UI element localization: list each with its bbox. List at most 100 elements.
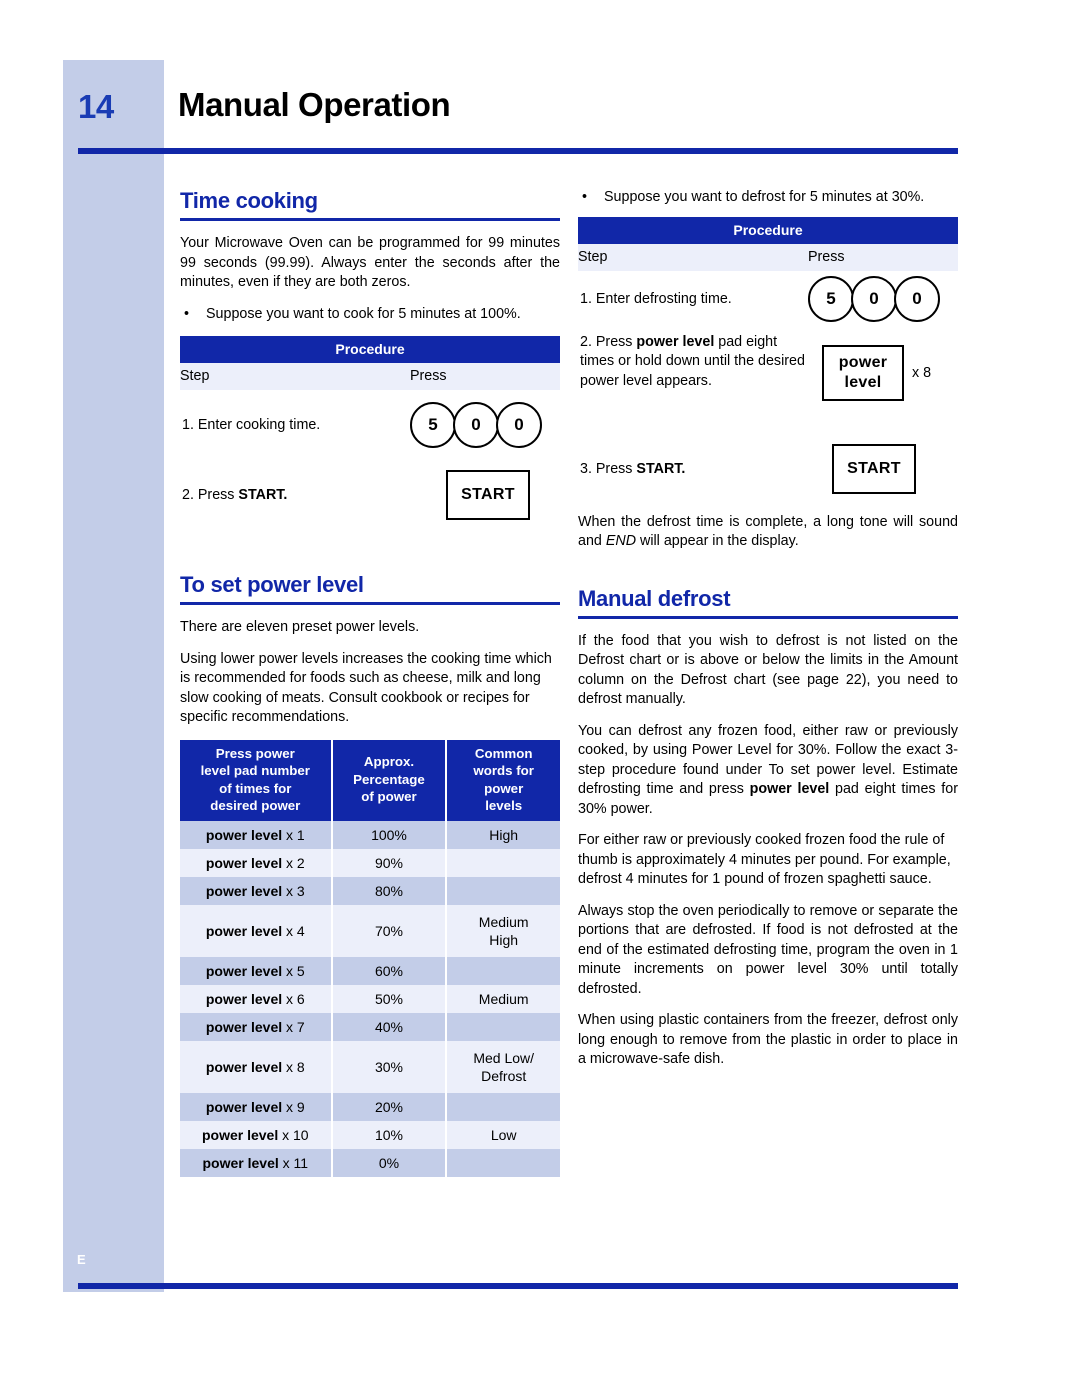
procedure-table-defrost: Procedure Step Press 1. Enter defrosting… [578, 216, 958, 501]
power-level-paragraph-1: There are eleven preset power levels. [180, 619, 420, 635]
power-level-pad-11: power level x 11 [180, 1148, 333, 1177]
procedure-col-press: Press [808, 243, 958, 271]
heading-manual-defrost: Manual defrost [578, 585, 731, 611]
power-level-percent-5: 60% [330, 956, 448, 985]
procedure-row-1: 1. Enter cooking time. 5 0 0 [180, 390, 560, 460]
defrost-closing-paragraph: When the defrost time is complete, a lon… [578, 513, 958, 550]
power-level-header-row: Press power level pad number of times fo… [180, 739, 560, 821]
power-level-word-3 [445, 876, 560, 905]
procedure-row-3: 3. Press START. START [578, 437, 958, 501]
manual-defrost-paragraph-4: Always stop the oven periodically to rem… [578, 902, 958, 997]
power-level-word-1: High [445, 820, 560, 849]
keypad-key-5[interactable]: 5 [808, 275, 854, 322]
procedure-title-row: Procedure [180, 336, 560, 363]
procedure-title: Procedure [180, 336, 560, 363]
manual-defrost-paragraph-2: You can defrost any frozen food, either … [578, 722, 958, 817]
procedure-row-2: 2. Press power level pad eight times or … [578, 327, 958, 437]
power-level-percent-2: 90% [330, 848, 448, 877]
power-level-word-11 [445, 1148, 560, 1177]
side-tab [63, 60, 164, 1292]
keypad-key-0-b[interactable]: 0 [894, 275, 940, 322]
keypad-key-0-b[interactable]: 0 [496, 402, 542, 448]
procedure-step-2-prefix: 2. Press [182, 487, 239, 503]
power-level-paragraph-2: Using lower power levels increases the c… [180, 650, 552, 726]
power-level-word-10: Low [445, 1120, 560, 1149]
procedure-col-press: Press [410, 363, 560, 390]
table-row: power level x 3 80% [180, 876, 560, 905]
procedure-row-2: 2. Press START. START [180, 460, 560, 530]
power-level-pad-7: power level x 7 [180, 1012, 333, 1041]
bullet-dot-icon: • [582, 189, 588, 205]
keypad-key-5[interactable]: 5 [410, 402, 456, 448]
power-level-percent-11: 0% [330, 1148, 448, 1177]
procedure-subhead-row: Step Press [180, 363, 560, 390]
table-row: power level x 7 40% [180, 1012, 560, 1041]
power-level-pad-9: power level x 9 [180, 1092, 333, 1121]
left-column: Time cooking Your Microwave Oven can be … [180, 188, 560, 1177]
start-button-key[interactable]: START [832, 443, 916, 494]
power-level-percent-9: 20% [330, 1092, 448, 1121]
procedure-col-step: Step [180, 363, 410, 390]
power-level-pad-4: power level x 4 [180, 904, 333, 957]
power-level-percent-4: 70% [330, 904, 448, 957]
defrost-step-1-keys: 5 0 0 [808, 271, 958, 327]
defrost-step-2-keys: power level x 8 [808, 327, 958, 437]
power-level-pad-3: power level x 3 [180, 876, 333, 905]
time-cooking-bullet-text: Suppose you want to cook for 5 minutes a… [206, 305, 521, 322]
heading-rule-power-level [180, 602, 560, 605]
defrost-example-bullet-text: Suppose you want to defrost for 5 minute… [604, 189, 925, 205]
defrost-example-bullet: • Suppose you want to defrost for 5 minu… [578, 188, 958, 208]
heading-rule-manual-defrost [578, 615, 958, 619]
power-level-pad-1: power level x 1 [180, 820, 333, 849]
defrost-step-1-text: 1. Enter defrosting time. [580, 290, 732, 307]
power-level-word-4: Medium High [445, 904, 560, 957]
procedure-step-2-bold: START. [238, 487, 288, 503]
power-level-pad-2: power level x 2 [180, 848, 333, 877]
procedure-row-1: 1. Enter defrosting time. 5 0 0 [578, 271, 958, 327]
heading-time-cooking: Time cooking [180, 188, 318, 213]
power-level-word-7 [445, 1012, 560, 1041]
power-level-pad-10: power level x 10 [180, 1120, 333, 1149]
power-level-percent-1: 100% [330, 820, 448, 849]
table-row: power level x 9 20% [180, 1092, 560, 1121]
power-level-word-8: Med Low/Defrost [445, 1040, 560, 1093]
page-number: 14 [78, 88, 114, 125]
procedure-step-2-text: 2. Press START. [180, 460, 410, 530]
table-row: power level x 8 30% Med Low/Defrost [180, 1040, 560, 1093]
power-level-percent-8: 30% [330, 1040, 448, 1093]
manual-defrost-paragraph-5: When using plastic containers from the f… [578, 1012, 958, 1067]
time-cooking-paragraph-1: Your Microwave Oven can be programmed fo… [180, 235, 560, 290]
power-level-table: Press power level pad number of times fo… [180, 739, 560, 1177]
power-level-header-pad: Press power level pad number of times fo… [180, 739, 333, 821]
right-column: • Suppose you want to defrost for 5 minu… [578, 188, 958, 1070]
procedure-col-step: Step [578, 243, 808, 271]
power-level-pad-8: power level x 8 [180, 1040, 333, 1093]
power-level-header-percent: Approx. Percentage of power [330, 739, 448, 821]
defrost-step-3-text: 3. Press START. [580, 460, 686, 477]
keypad-key-0-a[interactable]: 0 [851, 275, 897, 322]
power-level-percent-3: 80% [330, 876, 448, 905]
power-level-word-5 [445, 956, 560, 985]
power-level-percent-7: 40% [330, 1012, 448, 1041]
power-level-word-6: Medium [445, 984, 560, 1013]
manual-defrost-paragraph-3: For either raw or previously cooked froz… [578, 832, 951, 887]
power-level-button-key[interactable]: power level [822, 344, 904, 401]
start-button-key[interactable]: START [446, 470, 530, 520]
power-level-header-words: Common words for power levels [445, 739, 560, 821]
time-cooking-bullet: • Suppose you want to cook for 5 minutes… [180, 305, 560, 325]
header-rule [78, 148, 958, 154]
table-row: power level x 4 70% Medium High [180, 904, 560, 957]
table-row: power level x 10 10% Low [180, 1120, 560, 1149]
power-level-pad-6: power level x 6 [180, 984, 333, 1013]
procedure-table-time-cooking: Procedure Step Press 1. Enter cooking ti… [180, 336, 560, 530]
bullet-dot-icon: • [184, 305, 190, 322]
table-row: power level x 5 60% [180, 956, 560, 985]
heading-rule-time-cooking [180, 218, 560, 221]
power-level-word-2 [445, 848, 560, 877]
table-row: power level x 6 50% Medium [180, 984, 560, 1013]
manual-page: E 14 Manual Operation Time cooking Your … [0, 0, 1080, 1377]
keypad-key-0-a[interactable]: 0 [453, 402, 499, 448]
power-level-key-multiplier: x 8 [912, 364, 932, 381]
power-level-percent-10: 10% [330, 1120, 448, 1149]
procedure-step-1-keys: 5 0 0 [410, 390, 560, 460]
